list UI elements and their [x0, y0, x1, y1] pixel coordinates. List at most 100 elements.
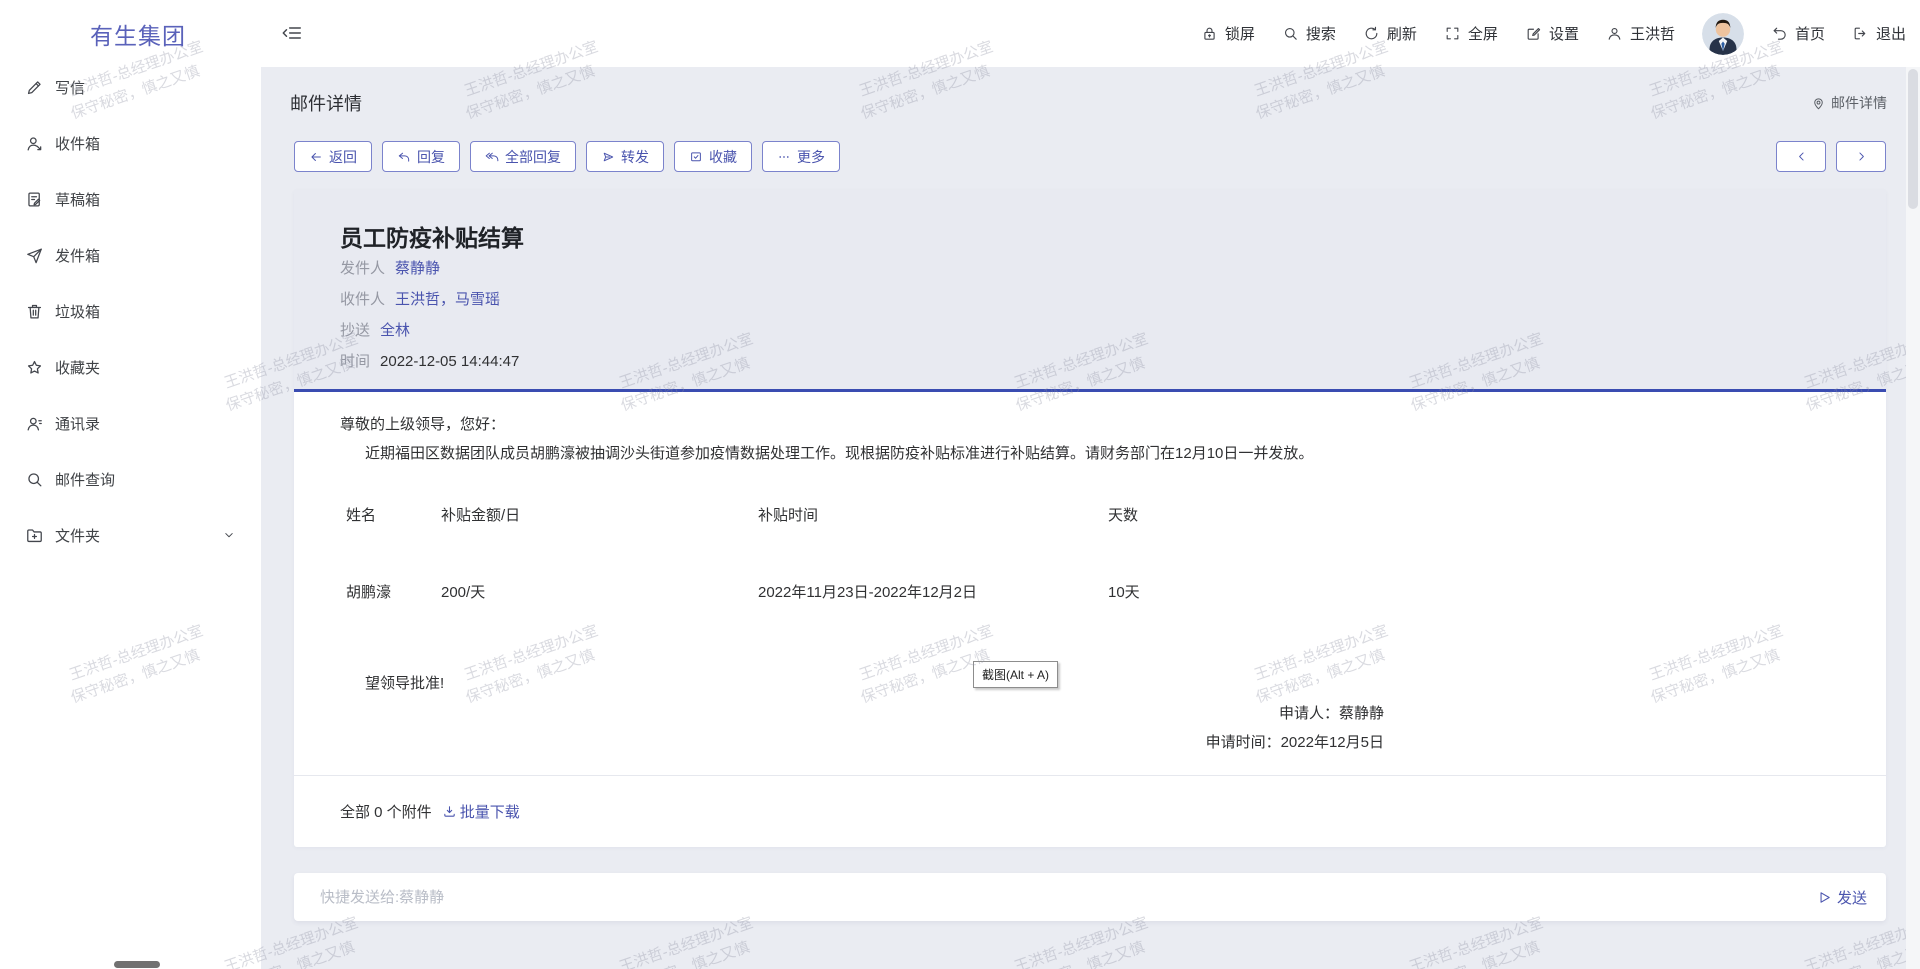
- mail-card: 员工防疫补贴结算 发件人蔡静静 收件人王洪哲，马雪瑶 抄送全林 时间2022-1…: [294, 190, 1886, 847]
- applicant-value: 蔡静静: [1339, 705, 1384, 722]
- horizontal-scrollbar-thumb[interactable]: [114, 961, 160, 968]
- table-header-days: 天数: [1108, 507, 1138, 525]
- collect-label: 收藏: [709, 147, 737, 167]
- search-icon: [25, 470, 44, 489]
- contacts-icon: [25, 414, 44, 433]
- more-button[interactable]: 更多: [762, 141, 840, 172]
- topbar: 有生集团 锁屏 搜索 刷新 全屏 设置: [0, 0, 1920, 67]
- refresh-icon: [1363, 25, 1380, 42]
- batch-download-label: 批量下载: [460, 801, 520, 822]
- applicant-label: 申请人：: [1279, 705, 1339, 722]
- folder-plus-icon: [25, 526, 44, 545]
- cc-label: 抄送: [340, 322, 370, 339]
- back-label: 返回: [329, 147, 357, 167]
- mail-meta: 发件人蔡静静 收件人王洪哲，马雪瑶 抄送全林 时间 2022-12-05 14:4…: [340, 253, 1840, 377]
- settings-button[interactable]: 设置: [1525, 23, 1579, 44]
- reply-label: 回复: [417, 147, 445, 167]
- main-content: 邮件详情 邮件详情 返回 回复 全部回复 转发: [261, 67, 1906, 969]
- table-cell-amount: 200/天: [441, 584, 485, 602]
- app-screen: 有生集团 锁屏 搜索 刷新 全屏 设置: [0, 0, 1920, 969]
- mail-closing: 望领导批准!: [365, 675, 444, 693]
- to-label: 收件人: [340, 291, 385, 308]
- reply-all-button[interactable]: 全部回复: [470, 141, 576, 172]
- user-icon: [1606, 25, 1623, 42]
- fullscreen-label: 全屏: [1468, 23, 1498, 44]
- reply-button[interactable]: 回复: [382, 141, 460, 172]
- table-cell-period: 2022年11月23日-2022年12月2日: [758, 584, 977, 602]
- lock-screen-button[interactable]: 锁屏: [1201, 23, 1255, 44]
- inbox-user-icon: [25, 134, 44, 153]
- from-label: 发件人: [340, 260, 385, 277]
- sidebar-item-inbox[interactable]: 收件箱: [0, 115, 261, 171]
- sidebar-item-drafts[interactable]: 草稿箱: [0, 171, 261, 227]
- collect-button[interactable]: 收藏: [674, 141, 752, 172]
- vertical-scrollbar[interactable]: [1906, 67, 1920, 969]
- table-cell-days: 10天: [1108, 584, 1140, 602]
- apply-time-value: 2022年12月5日: [1281, 734, 1384, 751]
- user-avatar[interactable]: [1702, 13, 1744, 55]
- table-header-name: 姓名: [346, 507, 376, 525]
- sidebar-item-label: 垃圾箱: [55, 301, 100, 322]
- mail-from-row: 发件人蔡静静: [340, 253, 1840, 284]
- cc-value[interactable]: 全林: [380, 322, 410, 339]
- apply-time-label: 申请时间：: [1206, 734, 1281, 751]
- draft-document-icon: [25, 190, 44, 209]
- logout-button[interactable]: 退出: [1852, 23, 1906, 44]
- mail-to-row: 收件人王洪哲，马雪瑶: [340, 284, 1840, 315]
- sidebar-item-compose[interactable]: 写信: [0, 59, 261, 115]
- refresh-button[interactable]: 刷新: [1363, 23, 1417, 44]
- sidebar-item-contacts[interactable]: 通讯录: [0, 395, 261, 451]
- lock-icon: [1201, 25, 1218, 42]
- star-icon: [25, 358, 44, 377]
- sidebar-item-sent[interactable]: 发件箱: [0, 227, 261, 283]
- trash-icon: [25, 302, 44, 321]
- time-label: 时间: [340, 353, 370, 370]
- sidebar-nav: 写信 收件箱 草稿箱 发件箱 垃圾箱 收藏夹: [0, 59, 261, 563]
- forward-icon: [601, 150, 615, 164]
- sidebar-fold-icon[interactable]: [281, 22, 303, 44]
- to-value[interactable]: 王洪哲，马雪瑶: [395, 291, 500, 308]
- vertical-scrollbar-thumb[interactable]: [1908, 69, 1918, 209]
- reply-all-icon: [485, 150, 499, 164]
- fullscreen-icon: [1444, 25, 1461, 42]
- mail-cc-row: 抄送全林: [340, 315, 1840, 346]
- chevron-right-icon: [1855, 150, 1868, 163]
- mail-toolbar: 返回 回复 全部回复 转发 收藏 更多: [294, 141, 840, 172]
- current-user-button[interactable]: 王洪哲: [1606, 23, 1675, 44]
- send-label: 发送: [1837, 887, 1867, 908]
- sidebar-item-mail-search[interactable]: 邮件查询: [0, 451, 261, 507]
- mail-time-row: 时间 2022-12-05 14:44:47: [340, 346, 1840, 377]
- logout-icon: [1852, 25, 1869, 42]
- search-button[interactable]: 搜索: [1282, 23, 1336, 44]
- fullscreen-button[interactable]: 全屏: [1444, 23, 1498, 44]
- quick-send-input[interactable]: [294, 889, 1817, 906]
- sidebar-item-label: 草稿箱: [55, 189, 100, 210]
- pencil-icon: [25, 78, 44, 97]
- mail-header: 员工防疫补贴结算 发件人蔡静静 收件人王洪哲，马雪瑶 抄送全林 时间2022-1…: [294, 190, 1886, 389]
- sidebar-item-favorites[interactable]: 收藏夹: [0, 339, 261, 395]
- sidebar-item-folders[interactable]: 文件夹: [0, 507, 261, 563]
- paper-plane-icon: [25, 246, 44, 265]
- batch-download-link[interactable]: 批量下载: [442, 801, 520, 822]
- back-button[interactable]: 返回: [294, 141, 372, 172]
- sidebar-item-label: 通讯录: [55, 413, 100, 434]
- send-button[interactable]: 发送: [1817, 887, 1886, 908]
- location-pin-icon: [1811, 96, 1826, 111]
- mail-greeting: 尊敬的上级领导，您好：: [340, 416, 505, 434]
- forward-button[interactable]: 转发: [586, 141, 664, 172]
- from-value[interactable]: 蔡静静: [395, 260, 440, 277]
- next-mail-button[interactable]: [1836, 141, 1886, 172]
- time-value: 2022-12-05 14:44:47: [380, 353, 519, 370]
- prev-mail-button[interactable]: [1776, 141, 1826, 172]
- sidebar: 写信 收件箱 草稿箱 发件箱 垃圾箱 收藏夹: [0, 67, 261, 969]
- reply-icon: [397, 150, 411, 164]
- refresh-label: 刷新: [1387, 23, 1417, 44]
- chevron-down-icon[interactable]: [222, 528, 236, 542]
- settings-label: 设置: [1549, 23, 1579, 44]
- home-button[interactable]: 首页: [1771, 23, 1825, 44]
- mail-pager: [1776, 141, 1886, 172]
- sidebar-item-label: 收件箱: [55, 133, 100, 154]
- sidebar-item-trash[interactable]: 垃圾箱: [0, 283, 261, 339]
- quick-send-bar: 发送: [294, 873, 1886, 921]
- username-label: 王洪哲: [1630, 23, 1675, 44]
